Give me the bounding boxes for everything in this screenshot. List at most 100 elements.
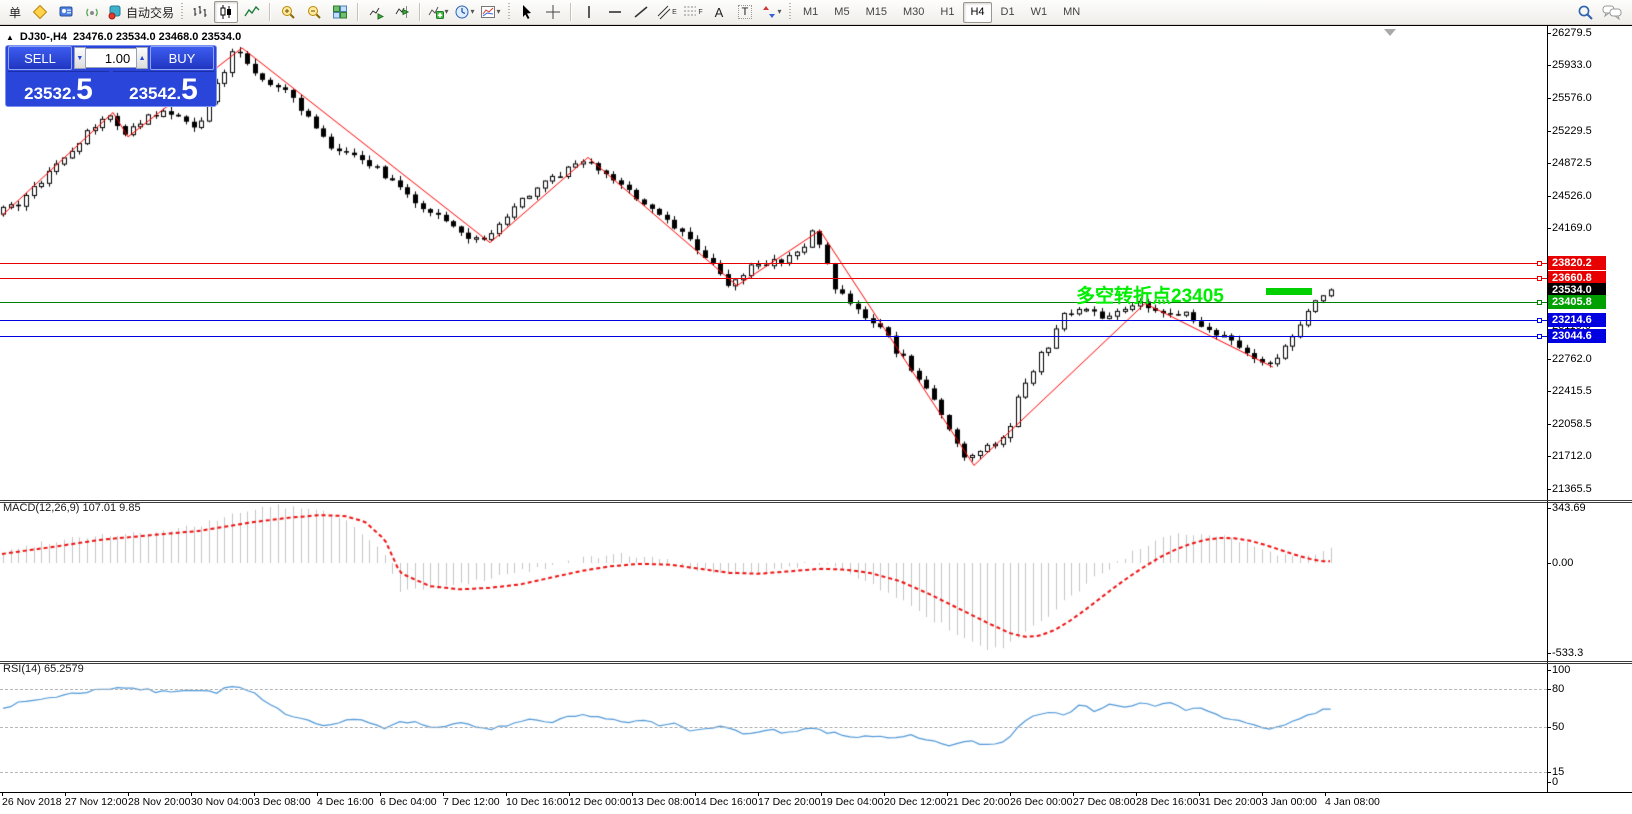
one-click-trading-panel: SELL ▼ ▲ BUY 23532.5 23542.5 [5, 45, 217, 107]
time-axis-tick [65, 792, 66, 796]
buy-button[interactable]: BUY [150, 46, 214, 70]
sell-price-pip: 5 [76, 77, 93, 103]
time-axis-label: 4 Dec 16:00 [317, 796, 374, 808]
time-axis-tick [317, 792, 318, 796]
price-axis-label: 22762.0 [1552, 353, 1592, 365]
time-axis-label: 12 Dec 00:00 [569, 796, 631, 808]
time-axis-tick [947, 792, 948, 796]
price-axis-tick [1547, 391, 1551, 392]
price-axis-tick [1547, 98, 1551, 99]
sell-button[interactable]: SELL [8, 46, 72, 70]
price-axis-tick [1547, 131, 1551, 132]
rsi-label: RSI(14) 65.2579 [3, 663, 84, 675]
time-axis-tick [506, 792, 507, 796]
price-axis-tick [1547, 359, 1551, 360]
symbol-title: ▲ DJ30-,H4 23476.0 23534.0 23468.0 23534… [6, 31, 241, 43]
price-axis-label: 21365.5 [1552, 483, 1592, 495]
rsi-level-line [0, 727, 1547, 728]
macd-axis-tick [1547, 508, 1551, 509]
rsi-axis-tick [1547, 772, 1551, 773]
sell-price[interactable]: 23532.5 [8, 71, 109, 105]
pane-separator [0, 502, 1632, 503]
level-line[interactable] [0, 336, 1547, 337]
level-line[interactable] [0, 263, 1547, 264]
time-axis-label: 26 Nov 2018 [2, 796, 62, 808]
level-line[interactable] [0, 320, 1547, 321]
level-handle[interactable] [1537, 276, 1542, 281]
price-axis-tick [1547, 424, 1551, 425]
price-axis-tick [1547, 33, 1551, 34]
ohlc-values: 23476.0 23534.0 23468.0 23534.0 [73, 31, 241, 43]
price-axis-label: 25229.5 [1552, 125, 1592, 137]
chart-canvas[interactable] [0, 0, 1632, 814]
time-axis-tick [1010, 792, 1011, 796]
buy-price-int: 23542 [129, 85, 176, 102]
macd-axis-label: 343.69 [1552, 502, 1586, 514]
time-axis-tick [884, 792, 885, 796]
rsi-axis-label: 50 [1552, 721, 1564, 733]
price-axis-tick [1547, 456, 1551, 457]
collapse-icon[interactable]: ▲ [6, 33, 14, 42]
time-axis-tick [758, 792, 759, 796]
time-axis-label: 20 Dec 12:00 [884, 796, 946, 808]
time-axis-tick [128, 792, 129, 796]
price-axis-label: 25576.0 [1552, 92, 1592, 104]
time-axis-tick [1262, 792, 1263, 796]
time-axis-tick [569, 792, 570, 796]
price-axis-tick [1547, 163, 1551, 164]
level-handle[interactable] [1537, 334, 1542, 339]
time-axis-label: 4 Jan 08:00 [1325, 796, 1380, 808]
sell-price-int: 23532 [24, 85, 71, 102]
time-axis-label: 14 Dec 16:00 [695, 796, 757, 808]
volume-input[interactable] [86, 48, 136, 68]
trade-controls-row: SELL ▼ ▲ BUY [6, 46, 216, 70]
pane-separator[interactable] [0, 500, 1632, 501]
level-line[interactable] [0, 278, 1547, 279]
time-axis-label: 27 Nov 12:00 [65, 796, 127, 808]
time-axis-label: 10 Dec 16:00 [506, 796, 568, 808]
time-axis-tick [1136, 792, 1137, 796]
rsi-axis-label: 0 [1552, 776, 1558, 788]
trendline-segment[interactable] [1266, 288, 1312, 295]
rsi-axis-label: 100 [1552, 664, 1570, 676]
level-handle[interactable] [1537, 261, 1542, 266]
time-axis-tick [2, 792, 3, 796]
time-axis-label: 13 Dec 08:00 [632, 796, 694, 808]
macd-axis-tick [1547, 653, 1551, 654]
mt4-window: 单 自动交易 [0, 0, 1632, 814]
level-line[interactable] [0, 302, 1547, 303]
time-axis-label: 7 Dec 12:00 [443, 796, 500, 808]
price-tag: 23214.6 [1548, 313, 1606, 327]
level-handle[interactable] [1537, 300, 1542, 305]
time-axis-label: 21 Dec 20:00 [947, 796, 1009, 808]
price-axis-label: 24169.0 [1552, 222, 1592, 234]
time-axis-tick [443, 792, 444, 796]
macd-axis-label: 0.00 [1552, 557, 1573, 569]
time-axis-tick [632, 792, 633, 796]
level-handle[interactable] [1537, 318, 1542, 323]
time-axis-label: 28 Dec 16:00 [1136, 796, 1198, 808]
rsi-axis-tick [1547, 689, 1551, 690]
rsi-axis-label: 80 [1552, 683, 1564, 695]
time-axis-tick [191, 792, 192, 796]
price-axis-label: 21712.0 [1552, 450, 1592, 462]
price-axis-tick [1547, 489, 1551, 490]
volume-stepper: ▼ ▲ [74, 47, 148, 69]
volume-increase-button[interactable]: ▲ [136, 47, 148, 69]
time-axis-tick [380, 792, 381, 796]
price-axis-tick [1547, 65, 1551, 66]
time-axis-line [0, 792, 1632, 793]
time-axis-label: 19 Dec 04:00 [821, 796, 883, 808]
time-axis-label: 3 Dec 08:00 [254, 796, 311, 808]
time-axis-label: 31 Dec 20:00 [1199, 796, 1261, 808]
time-axis-label: 3 Jan 00:00 [1262, 796, 1317, 808]
price-axis-label: 22415.5 [1552, 385, 1592, 397]
pane-separator[interactable] [0, 661, 1632, 662]
price-axis-label: 24872.5 [1552, 157, 1592, 169]
price-axis-label: 22058.5 [1552, 418, 1592, 430]
buy-price[interactable]: 23542.5 [113, 71, 214, 105]
time-axis-tick [1073, 792, 1074, 796]
price-tag: 23044.6 [1548, 329, 1606, 343]
annotation-text[interactable]: 多空转折点23405 [1076, 281, 1224, 308]
volume-decrease-button[interactable]: ▼ [74, 47, 86, 69]
